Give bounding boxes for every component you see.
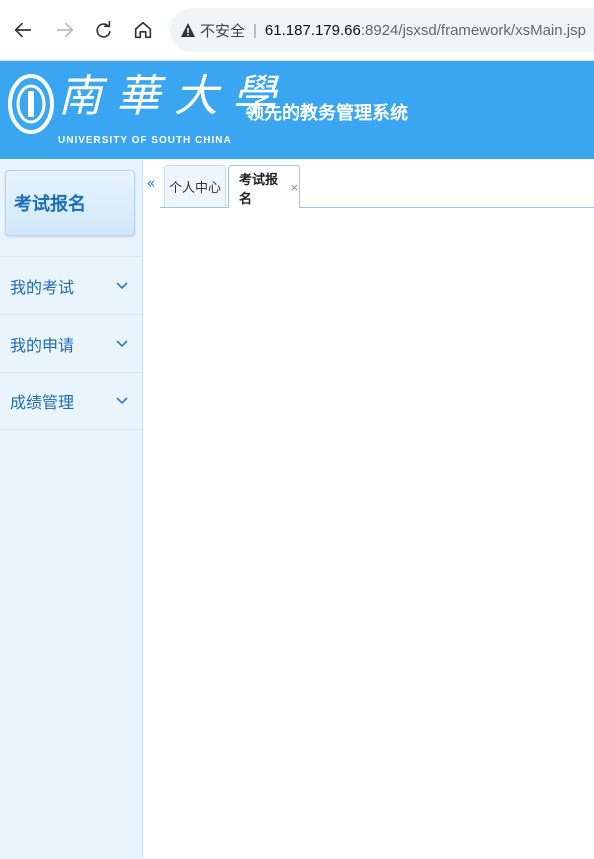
home-button[interactable] [126,0,160,60]
sidebar-menu: 我的考试 我的申请 成绩管理 [0,256,142,430]
security-label: 不安全 [200,22,246,40]
forward-arrow-icon [56,22,74,38]
reload-icon [96,20,111,38]
browser-toolbar: 不安全 | 61.187.179.66 :8924/jsxsd/framewor… [0,0,594,61]
university-name-en: UNIVERSITY OF SOUTH CHINA [58,135,232,146]
url-path: :8924/jsxsd/framework/xsMain.jsp [360,21,586,39]
header-banner: 南華大學 UNIVERSITY OF SOUTH CHINA 领先的教务管理系统 [0,61,594,159]
tab-label: 个人中心 [168,181,221,196]
tab-exam-registration[interactable]: 考试报名 × [228,165,300,209]
double-chevron-left-icon: « [146,174,156,192]
collapse-sidebar-button[interactable]: « [144,165,158,201]
chevron-down-icon [116,397,128,405]
address-bar[interactable]: 不安全 | 61.187.179.66 :8924/jsxsd/framewor… [170,8,594,52]
tab-bar: 个人中心 考试报名 × [160,163,594,209]
sidebar-item-label: 我的申请 [10,335,75,355]
address-separator: | [253,21,257,39]
url-host: 61.187.179.66 [264,21,361,39]
university-emblem-icon [8,74,54,134]
sidebar: 考试报名 我的考试 我的申请 成绩管理 [0,160,143,859]
system-title: 领先的教务管理系统 [246,103,408,124]
sidebar-item-my-exams[interactable]: 我的考试 [0,256,142,314]
module-title: 考试报名 [14,194,86,215]
home-icon [134,21,152,39]
back-button[interactable] [6,0,40,60]
forward-button[interactable] [48,0,82,60]
tab-personal-center[interactable]: 个人中心 [164,165,226,207]
back-arrow-icon [14,22,32,38]
chevron-down-icon [116,339,128,347]
sidebar-item-label: 成绩管理 [10,393,75,412]
chevron-down-icon [116,281,128,289]
university-logo [8,69,54,143]
sidebar-item-my-applications[interactable]: 我的申请 [0,314,142,372]
reload-button[interactable] [86,0,120,60]
tab-label: 考试报名 [239,172,279,207]
sidebar-item-grade-management[interactable]: 成绩管理 [0,372,142,430]
close-icon[interactable]: × [290,181,299,194]
warning-icon[interactable] [180,22,196,38]
main-content [144,208,594,859]
sidebar-item-label: 我的考试 [10,277,75,297]
module-title-button[interactable]: 考试报名 [5,170,135,236]
